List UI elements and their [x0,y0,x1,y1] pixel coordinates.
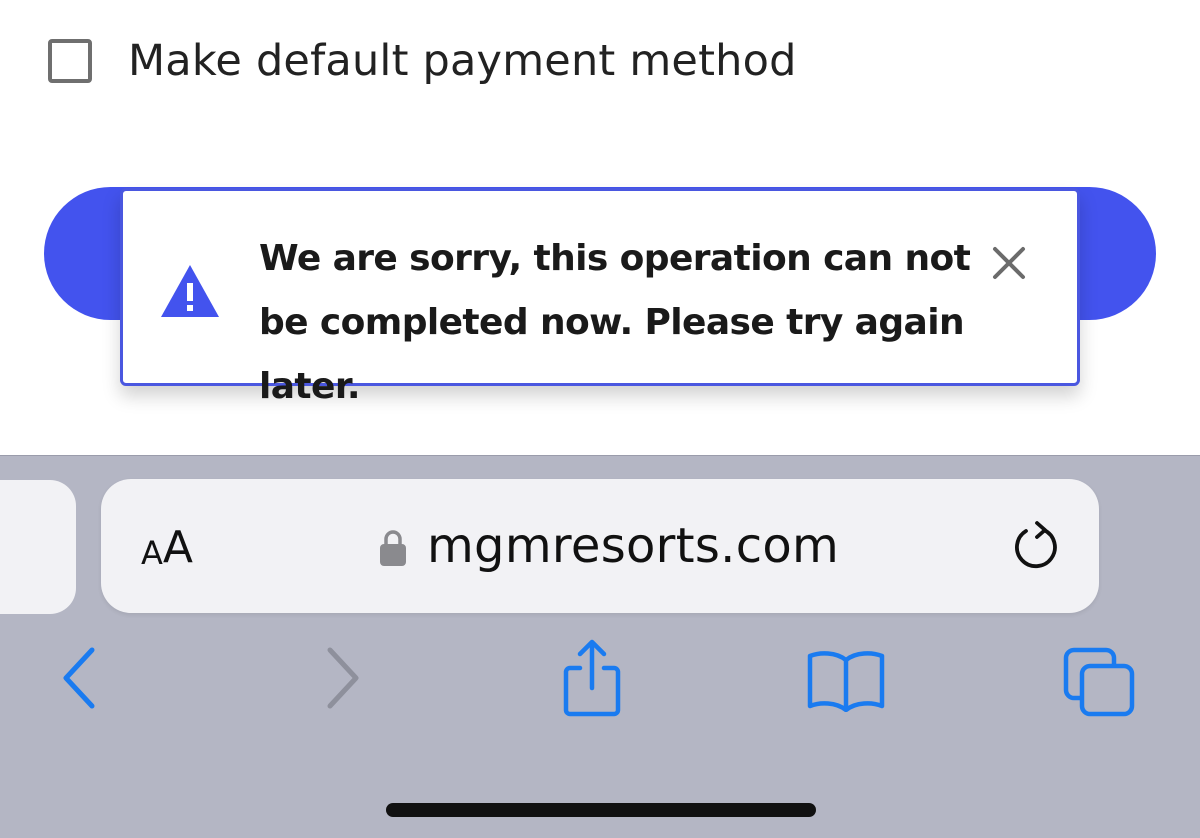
default-payment-label[interactable]: Make default payment method [128,36,797,86]
chevron-left-icon[interactable] [60,646,102,710]
warning-triangle-icon [161,265,219,317]
close-icon[interactable] [989,243,1029,283]
error-toast: We are sorry, this operation can not be … [120,188,1080,407]
error-message: We are sorry, this operation can not be … [259,238,971,407]
text-size-large-a: A [162,522,193,573]
lock-icon [380,530,406,566]
default-payment-row[interactable]: Make default payment method [48,36,797,86]
previous-tab-preview[interactable] [0,480,76,614]
url-text[interactable]: mgmresorts.com [427,515,839,577]
share-icon[interactable] [560,638,624,718]
home-indicator[interactable] [386,803,816,817]
page-content: Make default payment method We are sorry… [0,0,1200,455]
reload-icon[interactable] [1009,519,1063,573]
address-bar[interactable]: A A mgmresorts.com [101,479,1099,613]
book-icon[interactable] [806,650,886,712]
text-size-button[interactable]: A A [141,519,193,573]
chevron-right-icon[interactable] [320,646,362,710]
default-payment-checkbox[interactable] [48,39,92,83]
text-size-small-a: A [141,534,163,572]
tabs-icon[interactable] [1062,646,1136,718]
browser-bottom-bar: A A mgmresorts.com [0,455,1200,838]
